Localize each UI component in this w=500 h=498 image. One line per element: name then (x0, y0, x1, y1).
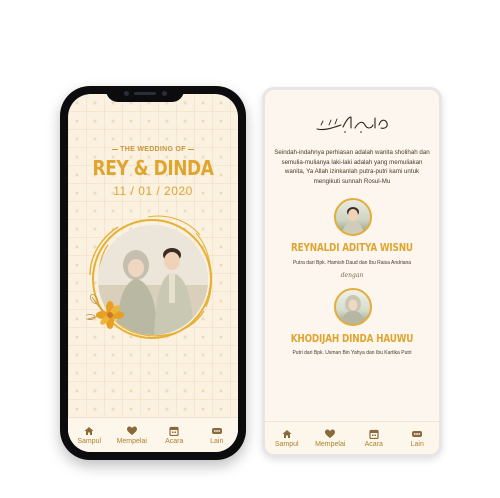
sensor-dot (162, 91, 167, 96)
calendar-icon (369, 429, 379, 439)
bride-avatar (334, 288, 372, 326)
bride-name: KHODIJAH DINDA HAUWU (290, 332, 414, 345)
wedding-subtitle: THE WEDDING OF (68, 146, 238, 153)
couple-names: REY & DINDA (92, 156, 214, 180)
bride-illustration (341, 295, 365, 324)
phone-mockup-couple: Seindah-indahnya perhiasan adalah wanita… (262, 87, 442, 457)
wedding-subtitle-text: THE WEDDING OF (120, 146, 186, 153)
nav-item-acara[interactable]: Acara (352, 422, 396, 454)
nav-label: Acara (364, 440, 383, 448)
nav-item-sampul[interactable]: Sampul (68, 418, 111, 452)
nav-label: Mempelai (315, 440, 346, 448)
groom-name: REYNALDI ADITYA WISNU (291, 241, 413, 254)
nav-item-lain[interactable]: Lain (196, 418, 239, 452)
cover-screen: THE WEDDING OF REY & DINDA 11 / 01 / 202… (68, 94, 238, 452)
home-icon (84, 426, 94, 435)
groom-parents: Putra dari Bpk. Hamish Daud dan Ibu Rais… (292, 260, 412, 266)
calendar-icon (169, 426, 179, 436)
camera-dot (124, 91, 129, 96)
nav-label: Sampul (77, 437, 102, 445)
nav-item-acara[interactable]: Acara (153, 418, 196, 452)
quote-text: Seindah-indahnya perhiasan adalah wanita… (274, 149, 430, 185)
nav-item-lain[interactable]: Lain (396, 422, 440, 454)
groom-avatar (334, 198, 372, 236)
couple-screen: Seindah-indahnya perhiasan adalah wanita… (265, 90, 439, 454)
nav-label: Lain (410, 440, 424, 448)
connector-text: dengan (340, 272, 364, 279)
speaker-grill (134, 92, 156, 95)
bride-parents: Putri dari Bpk. Usman Bin Yahya dan Ibu … (292, 350, 412, 356)
nav-item-sampul[interactable]: Sampul (265, 422, 309, 454)
heart-icon (325, 429, 336, 438)
bottom-nav: Sampul Mempelai Acara Lain (265, 421, 439, 454)
more-icon (211, 427, 222, 434)
nav-label: Sampul (274, 440, 299, 448)
home-icon (282, 429, 292, 438)
bismillah-calligraphy (316, 116, 388, 133)
heart-icon (126, 426, 137, 435)
nav-item-mempelai[interactable]: Mempelai (309, 422, 353, 454)
more-icon (412, 430, 423, 437)
flower-ornament (86, 294, 124, 329)
phone-mockup-cover: THE WEDDING OF REY & DINDA 11 / 01 / 202… (60, 86, 246, 460)
nav-item-mempelai[interactable]: Mempelai (111, 418, 154, 452)
bottom-nav: Sampul Mempelai Acara Lain (68, 417, 238, 452)
groom-illustration (342, 207, 364, 234)
nav-label: Acara (165, 437, 184, 445)
phone-notch (106, 86, 184, 102)
wedding-date: 11 / 01 / 2020 (113, 184, 193, 198)
nav-label: Mempelai (116, 437, 147, 445)
nav-label: Lain (210, 437, 224, 445)
couple-photo-frame (86, 215, 216, 343)
